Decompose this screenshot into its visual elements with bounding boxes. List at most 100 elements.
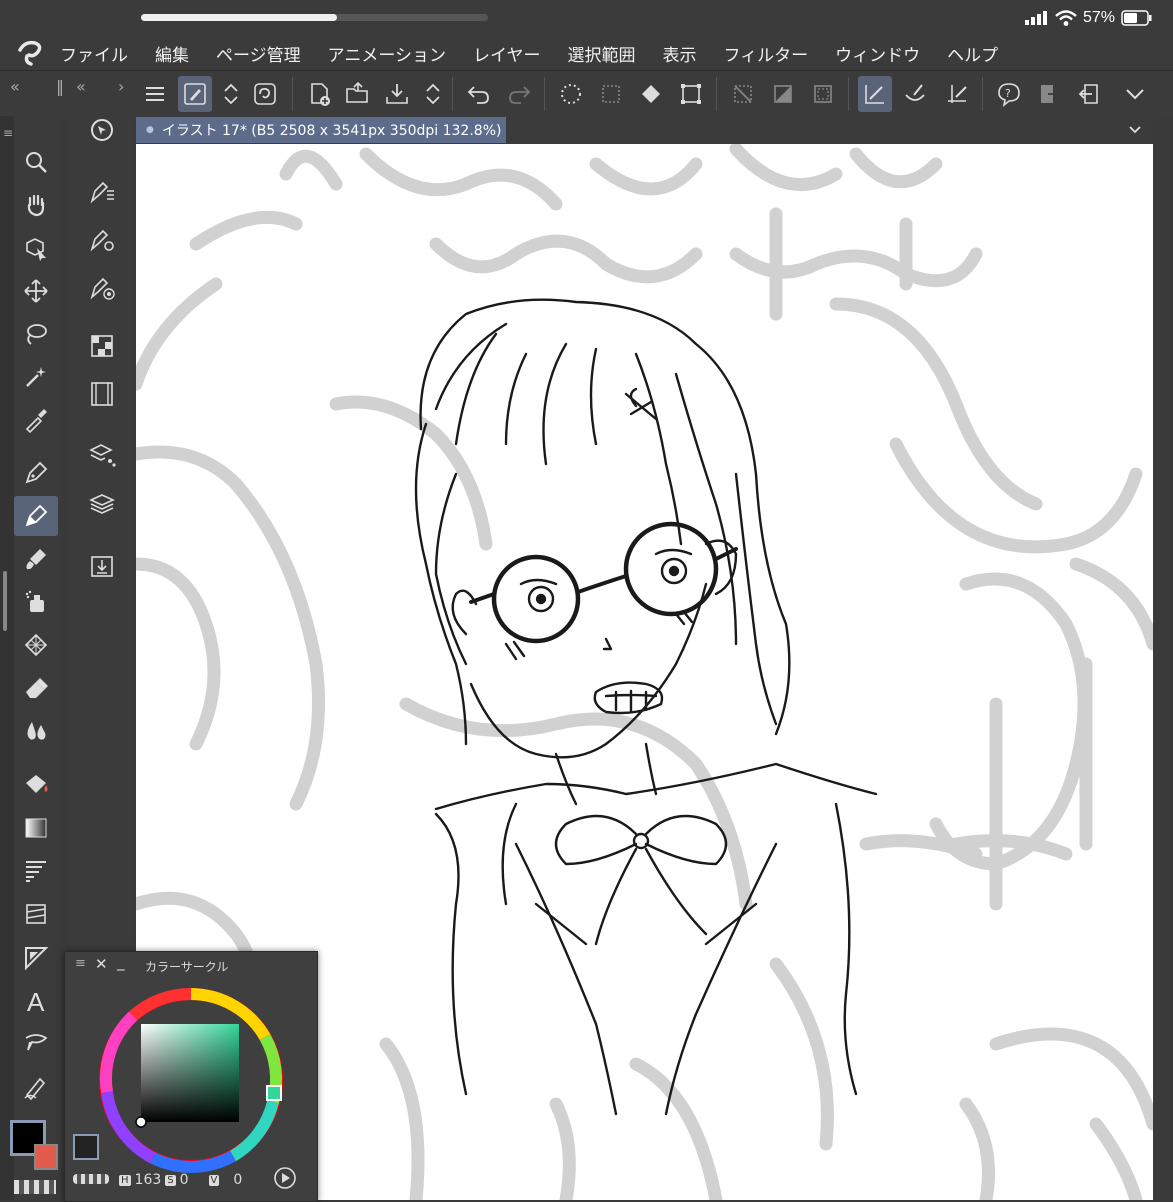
menu-page-management[interactable]: ページ管理 — [216, 41, 301, 66]
menu-view[interactable]: 表示 — [663, 41, 697, 66]
chevron-updown-2-icon[interactable] — [416, 76, 450, 112]
menu-file[interactable]: ファイル — [60, 41, 128, 66]
battery-percent: 57% — [1082, 9, 1115, 26]
select-all-icon[interactable] — [594, 76, 628, 112]
material-icon[interactable] — [84, 328, 120, 364]
menu-help[interactable]: ヘルプ — [947, 41, 998, 66]
gradient-tool-icon[interactable] — [14, 808, 58, 848]
invert-selection-icon[interactable] — [766, 76, 800, 112]
menu-animation[interactable]: アニメーション — [328, 41, 446, 66]
redo-icon[interactable] — [502, 76, 536, 112]
panel-grip-icon[interactable]: ‖ — [56, 77, 64, 96]
color-wheel[interactable] — [93, 982, 293, 1182]
menu-filter[interactable]: フィルター — [724, 41, 809, 66]
palette-close-icon[interactable]: ✕ — [95, 955, 108, 973]
status-icons: 57% — [1024, 6, 1153, 30]
s-value: 0 — [179, 1172, 189, 1188]
palette-main-color[interactable] — [73, 1134, 99, 1160]
help-icon[interactable]: ? — [992, 76, 1026, 112]
play-circle-icon[interactable] — [273, 1166, 297, 1190]
collapse-left-2-icon[interactable]: « — [76, 77, 86, 96]
eraser-tool-icon[interactable] — [14, 668, 58, 708]
pen-tool-icon[interactable] — [14, 453, 58, 493]
svg-text:A: A — [27, 987, 45, 1015]
tool-property-icon[interactable] — [84, 222, 120, 258]
fill-tool-icon[interactable] — [14, 765, 58, 805]
tab-dot-icon: ● — [146, 125, 154, 135]
loading-spinner-icon[interactable] — [554, 76, 588, 112]
hsv-readout: H 163 S 0 V 0 — [119, 1172, 242, 1188]
open-folder-icon[interactable] — [340, 76, 374, 112]
clip-studio-logo-icon[interactable] — [0, 36, 60, 70]
text-tool-icon[interactable]: A — [14, 981, 58, 1021]
brush-size-icon[interactable] — [84, 270, 120, 306]
export-icon[interactable] — [1032, 76, 1066, 112]
decoration-tool-icon[interactable] — [14, 625, 58, 665]
transparent-color-swatch[interactable] — [14, 1180, 56, 1194]
palette-transparent-toggle[interactable] — [73, 1174, 109, 1184]
sv-picker-handle[interactable] — [135, 1116, 147, 1128]
layer-property-icon[interactable] — [84, 436, 120, 472]
menu-window[interactable]: ウィンドウ — [835, 41, 920, 66]
expand-right-icon[interactable]: › — [118, 77, 124, 96]
color-circle-palette: ≡ ✕ _ カラーサークル H 163 S 0 V 0 — [64, 951, 318, 1202]
save-icon[interactable] — [380, 76, 414, 112]
edit-mode-icon[interactable] — [178, 76, 212, 112]
timeline-icon[interactable] — [84, 376, 120, 412]
document-tab-label: イラスト 17* (B5 2508 x 3541px 350dpi 132.8%… — [161, 123, 502, 139]
h-key: H — [119, 1174, 131, 1186]
frame-border-tool-icon[interactable] — [14, 894, 58, 934]
document-tab[interactable]: ● イラスト 17* (B5 2508 x 3541px 350dpi 132.… — [136, 117, 506, 143]
left-edge-strip: ≡ — [0, 116, 14, 1200]
multitask-indicator-fill — [141, 14, 337, 21]
fill-bucket-icon[interactable] — [634, 76, 668, 112]
airbrush-tool-icon[interactable] — [14, 582, 58, 622]
hamburger-menu-icon[interactable] — [138, 76, 172, 112]
wifi-icon — [1055, 10, 1077, 26]
sub-tool-pen-icon[interactable] — [84, 174, 120, 210]
menu-layer[interactable]: レイヤー — [473, 41, 541, 66]
collapse-left-icon[interactable]: « — [10, 77, 20, 96]
transform-icon[interactable] — [674, 76, 708, 112]
magic-wand-icon[interactable] — [14, 357, 58, 397]
chevron-down-icon[interactable] — [1118, 76, 1152, 112]
import-icon[interactable] — [1072, 76, 1106, 112]
object-tool-icon[interactable] — [14, 228, 58, 268]
pencil-tool-icon[interactable] — [14, 496, 58, 536]
move-tool-icon[interactable] — [14, 271, 58, 311]
palette-minimize-icon[interactable]: _ — [117, 953, 125, 971]
menu-edit[interactable]: 編集 — [155, 41, 189, 66]
palette-title: カラーサークル — [145, 960, 229, 974]
zoom-tool-icon[interactable] — [14, 142, 58, 182]
blend-tool-icon[interactable] — [14, 711, 58, 751]
snap-ruler-icon[interactable] — [858, 76, 892, 112]
selection-border-icon[interactable] — [806, 76, 840, 112]
lasso-tool-icon[interactable] — [14, 314, 58, 354]
command-bar: « ‖ « › ? — [0, 70, 1173, 117]
tab-chevron-down-icon[interactable] — [1127, 122, 1143, 138]
hue-picker-handle[interactable] — [266, 1085, 282, 1101]
ruler-tool-icon[interactable] — [14, 938, 58, 978]
menu-selection[interactable]: 選択範囲 — [568, 41, 636, 66]
brush-tool-icon[interactable] — [14, 539, 58, 579]
hand-tool-icon[interactable] — [14, 185, 58, 225]
undo-icon[interactable] — [462, 76, 496, 112]
contour-line-tool-icon[interactable] — [14, 851, 58, 891]
snap-special-ruler-icon[interactable] — [898, 76, 932, 112]
sub-color-swatch[interactable] — [34, 1144, 58, 1170]
correct-line-tool-icon[interactable] — [14, 1067, 58, 1107]
scroll-handle[interactable] — [3, 571, 7, 631]
balloon-tool-icon[interactable] — [14, 1024, 58, 1064]
file-download-icon[interactable] — [84, 548, 120, 584]
panel-menu-icon[interactable]: ≡ — [3, 126, 13, 140]
chevron-updown-icon[interactable] — [214, 76, 248, 112]
new-file-icon[interactable] — [302, 76, 336, 112]
palette-menu-icon[interactable]: ≡ — [75, 956, 86, 971]
snap-grid-icon[interactable] — [940, 76, 974, 112]
layers-icon[interactable] — [84, 486, 120, 522]
clear-selection-icon[interactable] — [726, 76, 760, 112]
navigator-icon[interactable] — [84, 112, 120, 148]
clip-studio-icon[interactable] — [248, 76, 282, 112]
eyedropper-icon[interactable] — [14, 400, 58, 440]
h-value: 163 — [134, 1172, 162, 1188]
